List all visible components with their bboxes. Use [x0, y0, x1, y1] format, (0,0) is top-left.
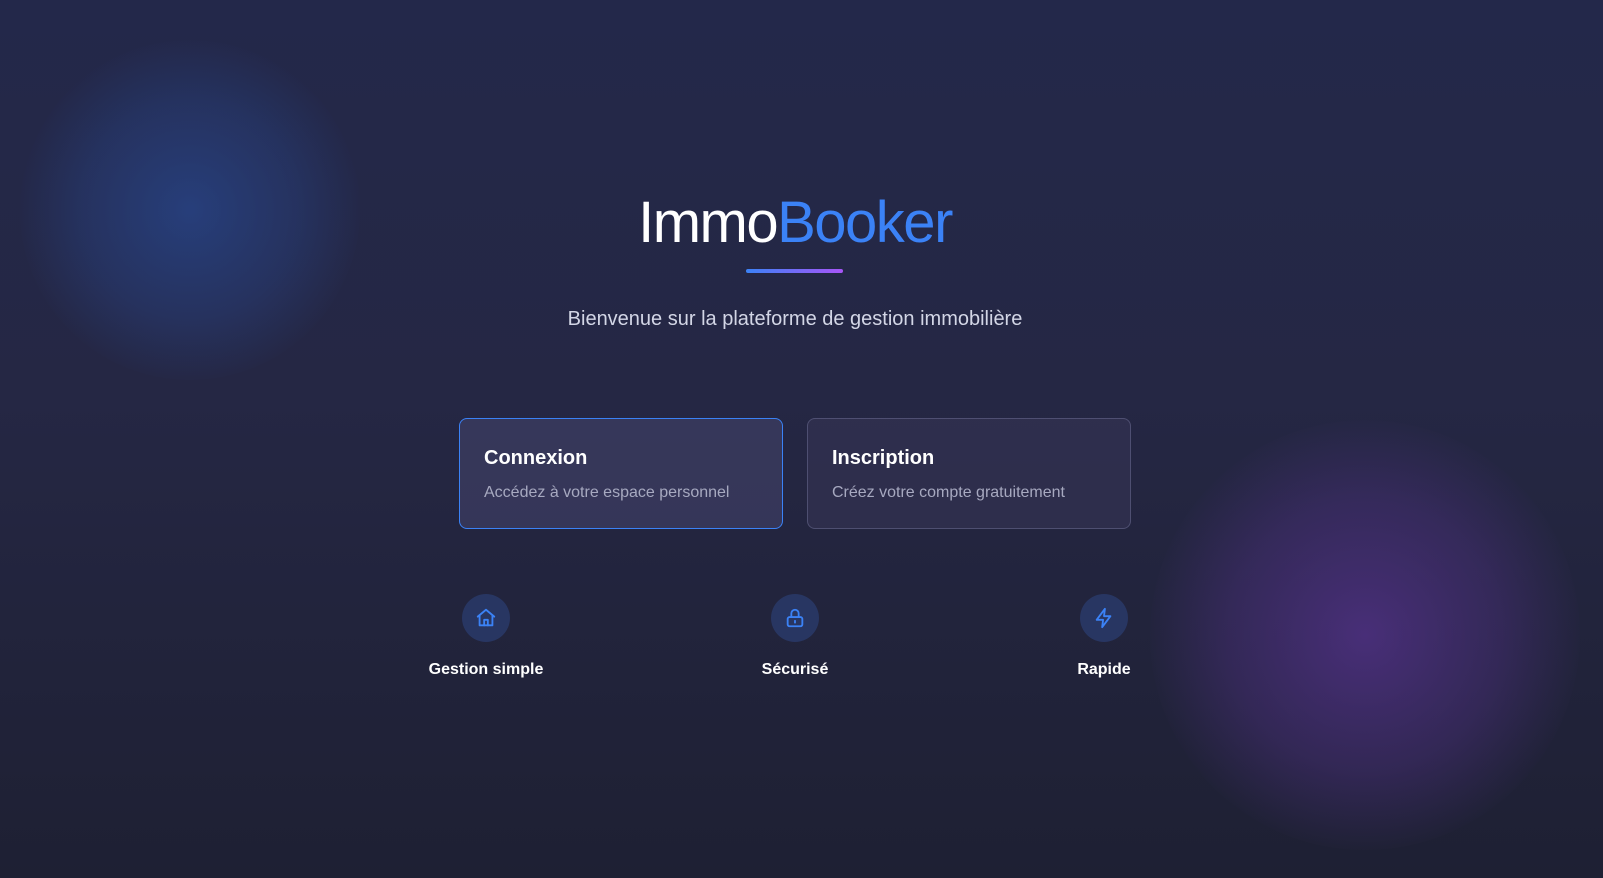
feature-fast: Rapide: [1014, 594, 1194, 679]
feature-label: Sécurisé: [761, 661, 829, 678]
feature-secure: Sécurisé: [705, 594, 885, 679]
welcome-screen: ImmoBooker Bienvenue sur la plateforme d…: [0, 0, 1603, 878]
logo-text-immo: Immo: [638, 190, 779, 255]
signup-card-description: Créez votre compte gratuitement: [832, 484, 1065, 501]
signup-card[interactable]: Inscription Créez votre compte gratuitem…: [807, 418, 1131, 529]
feature-label: Gestion simple: [428, 661, 544, 678]
logo-text-booker: Booker: [777, 190, 953, 255]
lock-icon: [771, 594, 819, 642]
app-logo: ImmoBooker: [0, 188, 1590, 258]
lightning-icon: [1080, 594, 1128, 642]
logo-underline: [746, 269, 843, 273]
feature-simple-management: Gestion simple: [396, 594, 576, 679]
login-card[interactable]: Connexion Accédez à votre espace personn…: [459, 418, 783, 529]
home-icon: [462, 594, 510, 642]
login-card-description: Accédez à votre espace personnel: [484, 484, 730, 501]
welcome-subtitle: Bienvenue sur la plateforme de gestion i…: [567, 308, 1023, 330]
feature-label: Rapide: [1077, 661, 1131, 678]
signup-card-title: Inscription: [832, 447, 935, 469]
login-card-title: Connexion: [484, 447, 588, 469]
